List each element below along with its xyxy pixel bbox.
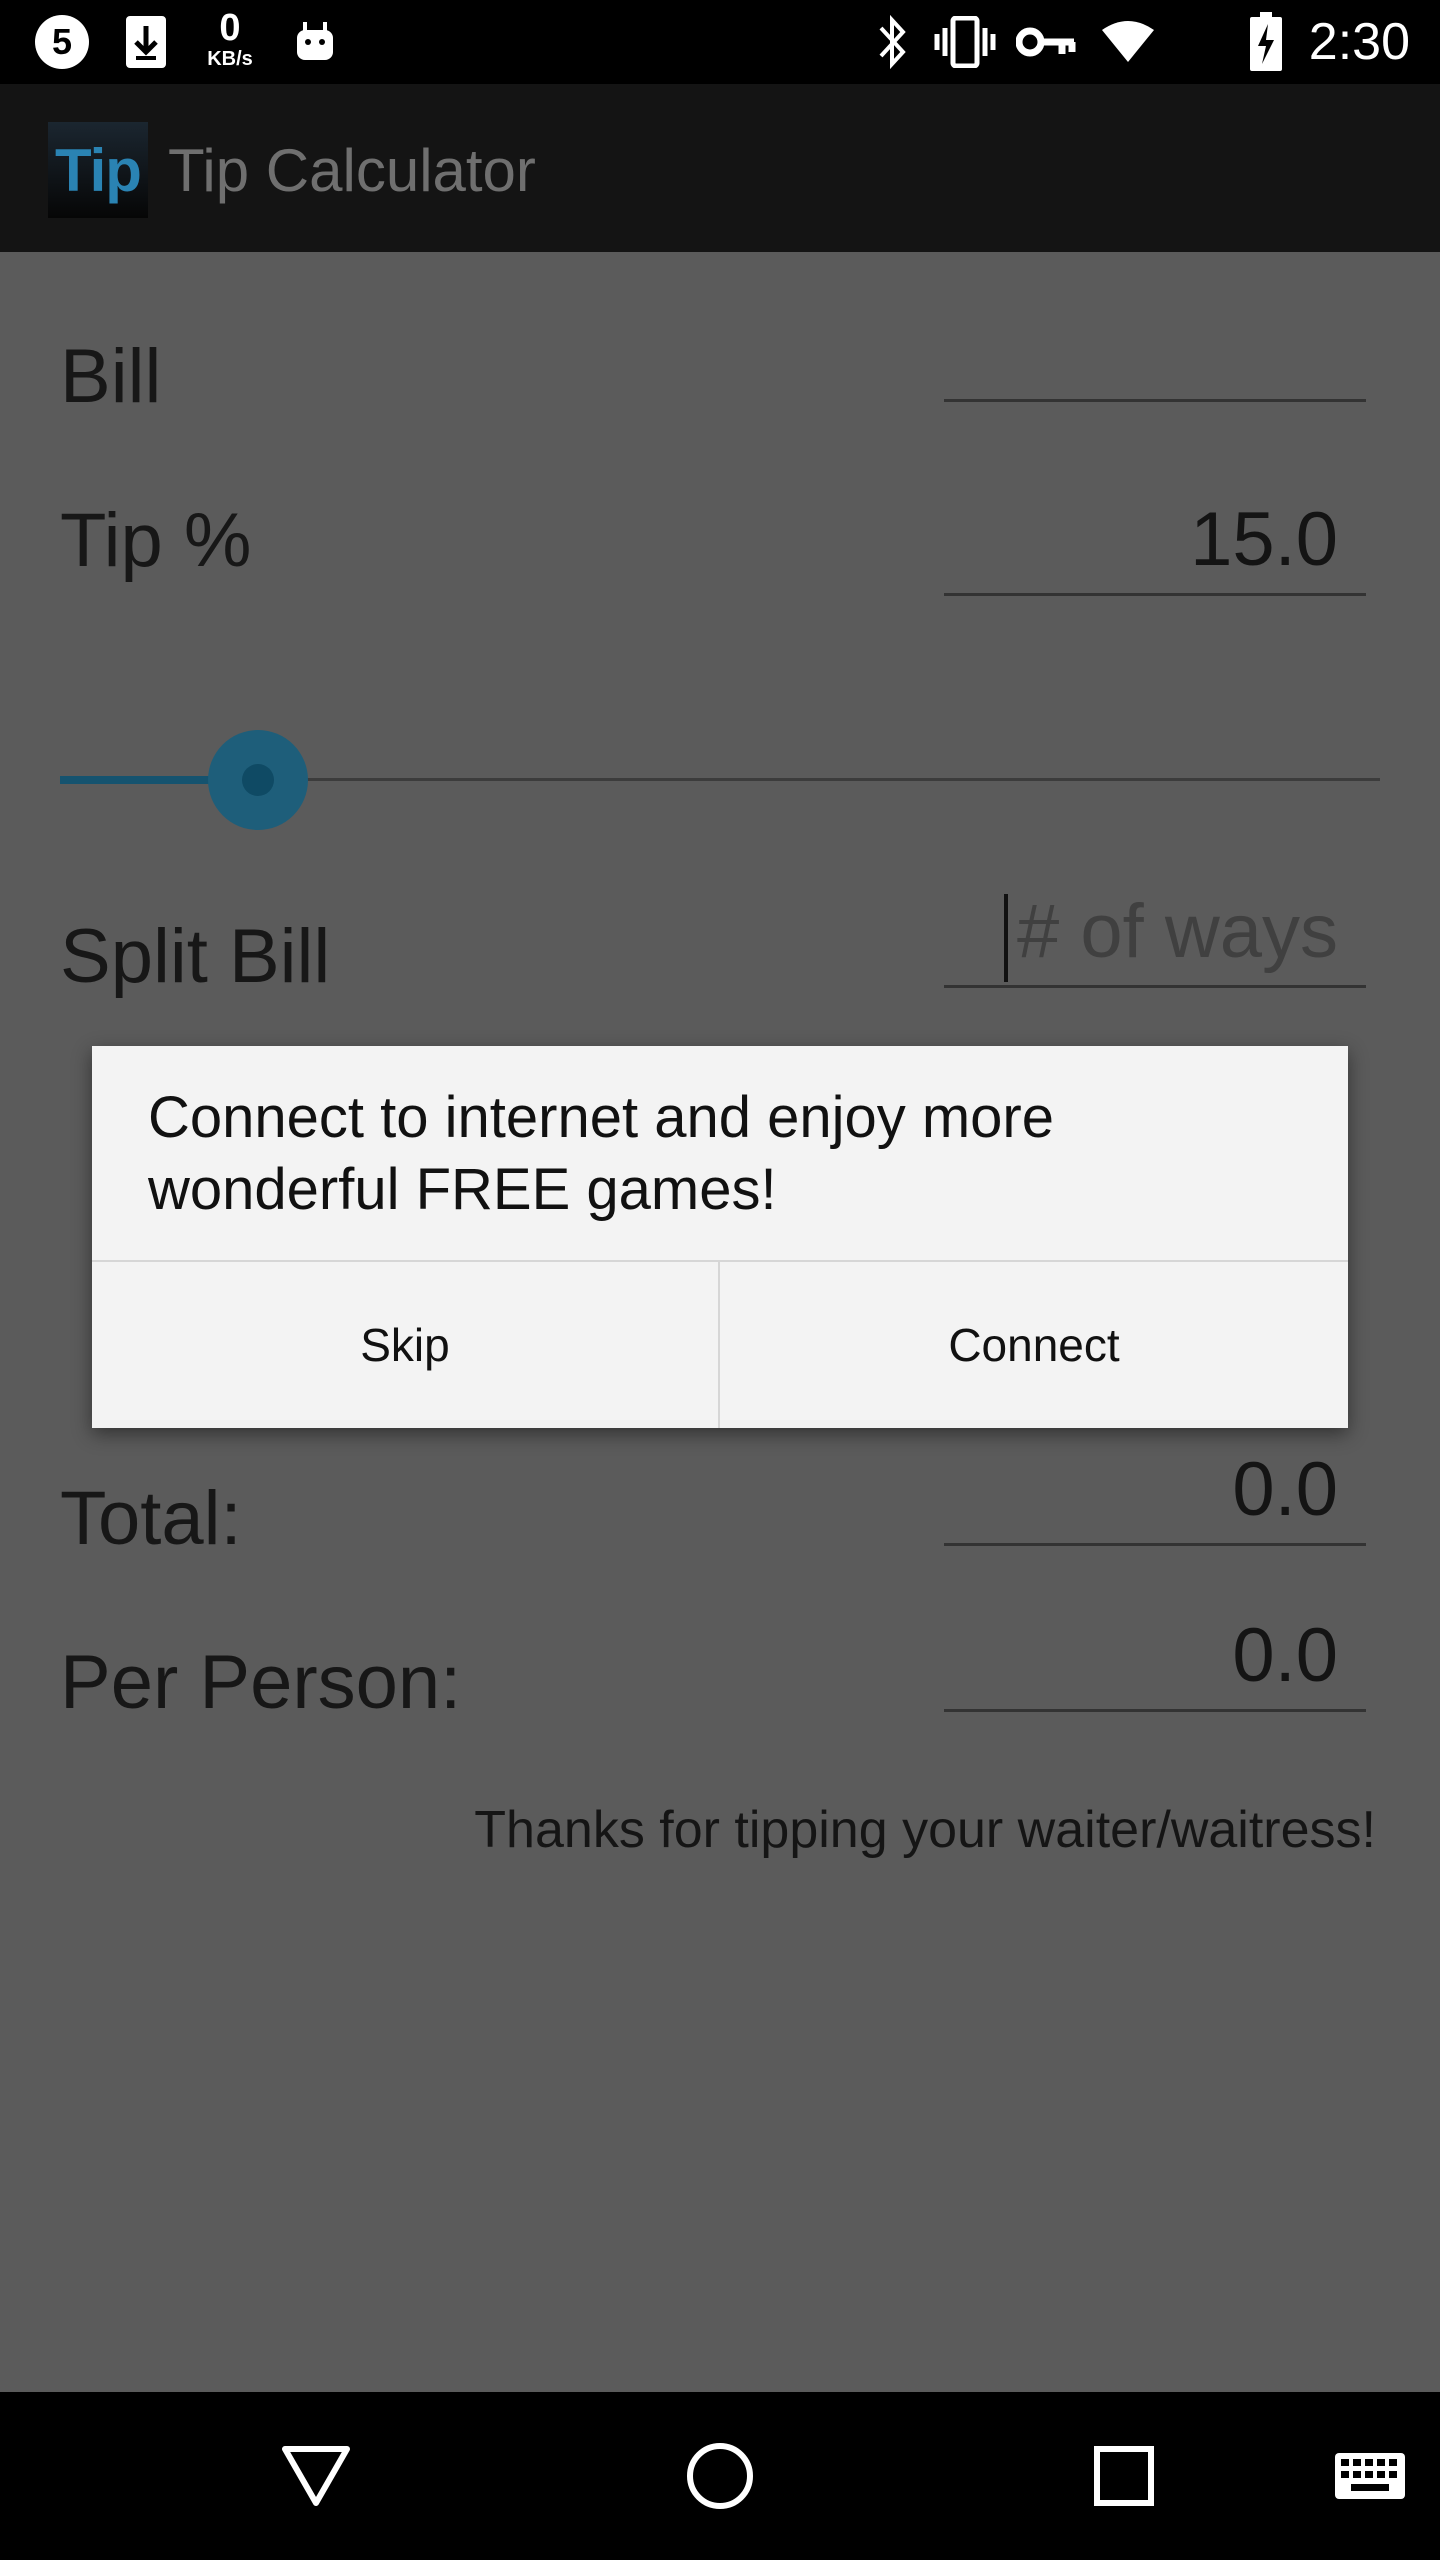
keyboard-icon[interactable] (1330, 2436, 1410, 2516)
wifi-icon (1100, 10, 1156, 74)
per-person-value: 0.0 (944, 1602, 1366, 1712)
per-person-label: Per Person: (60, 1640, 462, 1725)
total-label: Total: (60, 1476, 242, 1561)
navigation-bar (0, 2392, 1440, 2560)
tip-percent-input[interactable]: 15.0 (944, 486, 1366, 596)
connect-button[interactable]: Connect (720, 1262, 1348, 1428)
text-cursor (1004, 894, 1008, 982)
clock: 2:30 (1308, 13, 1410, 71)
split-bill-label: Split Bill (60, 914, 331, 999)
total-value: 0.0 (944, 1436, 1366, 1546)
split-ways-placeholder: # of ways (1016, 889, 1338, 974)
bill-input[interactable] (944, 292, 1366, 402)
bluetooth-icon (870, 10, 914, 74)
bill-label: Bill (60, 334, 162, 419)
vibrate-icon (930, 10, 1000, 74)
recents-icon[interactable] (1084, 2436, 1164, 2516)
tip-slider[interactable] (60, 730, 1380, 830)
vpn-key-icon (1014, 10, 1078, 74)
dialog-message: Connect to internet and enjoy more wonde… (148, 1085, 1054, 1222)
svg-text:5: 5 (52, 21, 72, 62)
slider-thumb[interactable] (242, 764, 274, 796)
action-bar: Tip Tip Calculator (0, 84, 1440, 252)
split-ways-input[interactable]: # of ways (944, 878, 1366, 988)
notification-5-icon: 5 (30, 10, 94, 74)
android-icon (290, 10, 340, 74)
network-speed-value: 0 (219, 7, 241, 49)
screen: 5 0 KB/s 2:30 Tip Tip Calculator Bill Ti… (0, 0, 1440, 2560)
tip-percent-label: Tip % (60, 498, 252, 583)
thanks-message: Thanks for tipping your waiter/waitress! (474, 1801, 1376, 1859)
connect-dialog: Connect to internet and enjoy more wonde… (92, 1046, 1348, 1428)
back-icon[interactable] (276, 2436, 356, 2516)
network-speed-unit: KB/s (207, 48, 253, 70)
app-title: Tip Calculator (168, 137, 536, 204)
skip-button[interactable]: Skip (92, 1262, 718, 1428)
app-logo: Tip (48, 122, 148, 218)
download-icon (118, 10, 174, 74)
status-bar: 5 0 KB/s 2:30 (0, 0, 1440, 84)
battery-charging-icon (1246, 10, 1286, 74)
home-icon[interactable] (680, 2436, 760, 2516)
network-speed: 0 KB/s (200, 8, 260, 70)
